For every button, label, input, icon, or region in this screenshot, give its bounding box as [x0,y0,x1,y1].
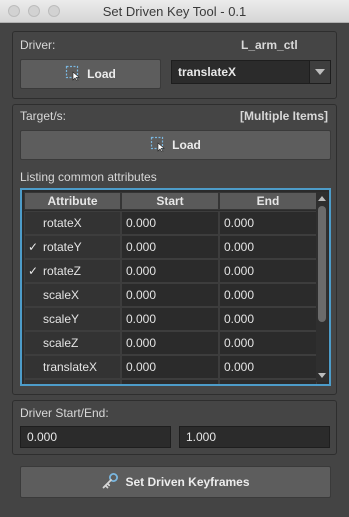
target-load-label: Load [172,138,201,152]
driver-end-field[interactable]: 1.000 [179,426,330,448]
driver-label: Driver: [20,38,56,52]
column-header-start[interactable]: Start [121,192,219,210]
table-row[interactable]: ✓ rotateZ 0.000 0.000 [24,259,317,283]
attribute-name: rotateX [43,216,82,230]
attribute-cell[interactable]: ✓ rotateY [24,235,121,259]
end-value-cell[interactable]: 0.000 [219,283,317,307]
attribute-cell[interactable]: ✓ rotateZ [24,259,121,283]
table-header: Attribute Start End [24,192,317,210]
table-row[interactable]: ✓ rotateY 0.000 0.000 [24,235,317,259]
attribute-name: scaleZ [43,336,79,350]
end-value-cell[interactable]: 0.000 [219,259,317,283]
table-row-partial [24,379,317,384]
check-icon: ✓ [28,264,39,278]
attribute-name: translateX [43,360,98,374]
table-row[interactable]: rotateX 0.000 0.000 [24,211,317,235]
driver-load-label: Load [87,67,116,81]
start-value-cell[interactable]: 0.000 [121,211,219,235]
column-header-end[interactable]: End [219,192,317,210]
start-value-cell[interactable]: 0.000 [121,283,219,307]
table-row[interactable]: translateX 0.000 0.000 [24,355,317,379]
driver-start-field[interactable]: 0.000 [20,426,171,448]
table-row[interactable]: scaleX 0.000 0.000 [24,283,317,307]
selection-icon [150,136,166,155]
end-value-cell[interactable]: 0.000 [219,307,317,331]
column-header-attribute[interactable]: Attribute [24,192,121,210]
attribute-name: rotateY [43,240,82,254]
attribute-name: scaleX [43,288,80,302]
start-value-cell [121,379,219,384]
end-value-cell[interactable]: 0.000 [219,355,317,379]
driver-range-label: Driver Start/End: [20,406,109,420]
start-value-cell[interactable]: 0.000 [121,355,219,379]
table-row[interactable]: scaleY 0.000 0.000 [24,307,317,331]
start-value-cell[interactable]: 0.000 [121,331,219,355]
table-row[interactable]: scaleZ 0.000 0.000 [24,331,317,355]
end-value-cell[interactable]: 0.000 [219,331,317,355]
start-value-cell[interactable]: 0.000 [121,235,219,259]
attribute-cell [24,379,121,384]
attribute-cell[interactable]: scaleX [24,283,121,307]
attribute-cell[interactable]: rotateX [24,211,121,235]
driver-attribute-value: translateX [178,65,237,79]
table-scrollbar[interactable] [316,192,328,382]
attribute-cell[interactable]: translateX [24,355,121,379]
target-selection: [Multiple Items] [240,109,329,123]
set-driven-keyframes-button[interactable]: Set Driven Keyframes [20,466,331,498]
attribute-cell[interactable]: scaleZ [24,331,121,355]
end-value-cell [219,379,317,384]
attribute-cell[interactable]: scaleY [24,307,121,331]
scroll-down-icon[interactable] [318,371,326,379]
end-value-cell[interactable]: 0.000 [219,211,317,235]
target-label: Target/s: [20,109,67,123]
end-value-cell[interactable]: 0.000 [219,235,317,259]
driver-load-button[interactable]: Load [20,59,161,89]
scrollbar-thumb[interactable] [318,206,326,322]
set-driven-keyframes-label: Set Driven Keyframes [125,475,250,489]
target-load-button[interactable]: Load [20,130,331,160]
driver-attribute-select[interactable]: translateX [171,60,331,84]
selection-icon [65,65,81,84]
start-value-cell[interactable]: 0.000 [121,259,219,283]
dropdown-arrow-icon[interactable] [309,61,330,83]
attribute-name: rotateZ [43,264,82,278]
scroll-up-icon[interactable] [318,195,326,203]
key-icon [101,472,119,493]
title-bar: Set Driven Key Tool - 0.1 [0,0,349,23]
table-body: rotateX 0.000 0.000 ✓ rotateY 0.000 0.000… [24,211,317,384]
driver-name: L_arm_ctl [241,38,298,52]
common-attributes-label: Listing common attributes [20,170,157,184]
check-icon: ✓ [28,240,39,254]
attribute-name: scaleY [43,312,80,326]
attributes-table[interactable]: Attribute Start End rotateX 0.000 0.000 … [20,188,331,386]
start-value-cell[interactable]: 0.000 [121,307,219,331]
window-title: Set Driven Key Tool - 0.1 [102,4,247,19]
